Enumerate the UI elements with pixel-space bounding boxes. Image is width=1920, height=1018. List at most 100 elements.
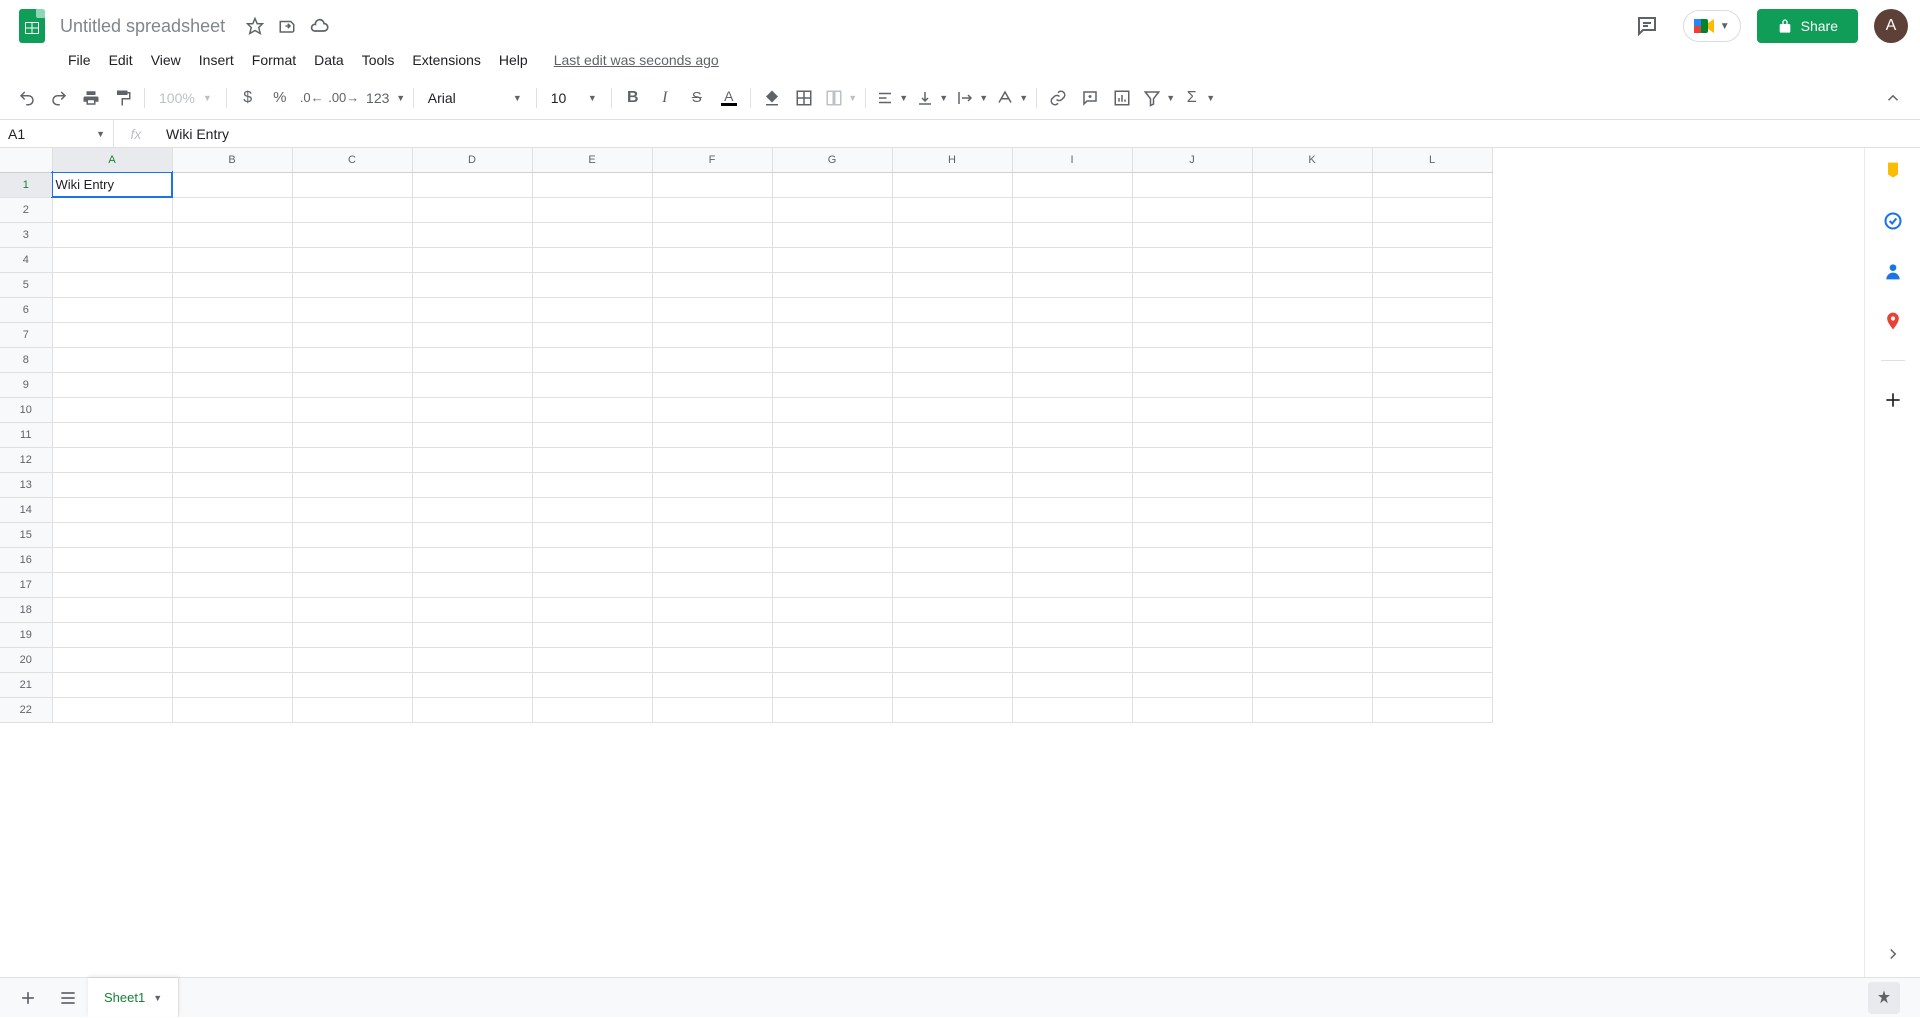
cell[interactable] — [292, 297, 412, 322]
cell[interactable] — [52, 322, 172, 347]
formula-input[interactable]: Wiki Entry — [158, 126, 1920, 142]
cell[interactable] — [1372, 272, 1492, 297]
cell[interactable] — [772, 422, 892, 447]
column-header[interactable]: D — [412, 148, 532, 172]
currency-button[interactable]: $ — [233, 83, 263, 113]
cell[interactable] — [412, 197, 532, 222]
cell[interactable] — [1252, 697, 1372, 722]
insert-comment-button[interactable] — [1075, 83, 1105, 113]
cell[interactable] — [1252, 172, 1372, 197]
cell[interactable] — [412, 547, 532, 572]
cell[interactable] — [772, 272, 892, 297]
cell[interactable] — [1252, 622, 1372, 647]
cell[interactable] — [892, 697, 1012, 722]
menu-edit[interactable]: Edit — [101, 48, 141, 72]
cell[interactable] — [412, 522, 532, 547]
row-header[interactable]: 2 — [0, 197, 52, 222]
row-header[interactable]: 4 — [0, 247, 52, 272]
cell[interactable] — [172, 272, 292, 297]
account-avatar[interactable]: A — [1874, 9, 1908, 43]
cell[interactable] — [172, 647, 292, 672]
cell[interactable] — [1132, 422, 1252, 447]
cell[interactable] — [532, 472, 652, 497]
cell[interactable] — [1252, 372, 1372, 397]
text-wrap-button[interactable]: ▼ — [952, 83, 990, 113]
italic-button[interactable]: I — [650, 83, 680, 113]
cell[interactable] — [1132, 397, 1252, 422]
row-header[interactable]: 16 — [0, 547, 52, 572]
insert-chart-button[interactable] — [1107, 83, 1137, 113]
keep-icon[interactable] — [1882, 160, 1904, 182]
cell[interactable] — [1252, 322, 1372, 347]
paint-format-button[interactable] — [108, 83, 138, 113]
column-header[interactable]: I — [1012, 148, 1132, 172]
cell[interactable] — [1372, 372, 1492, 397]
cell[interactable] — [1252, 597, 1372, 622]
cell[interactable] — [892, 572, 1012, 597]
merge-cells-button[interactable]: ▼ — [821, 83, 859, 113]
cell[interactable] — [652, 197, 772, 222]
cell[interactable] — [532, 547, 652, 572]
cell[interactable] — [532, 297, 652, 322]
cell[interactable] — [652, 347, 772, 372]
cell[interactable] — [1012, 697, 1132, 722]
cell[interactable] — [892, 197, 1012, 222]
cell[interactable] — [532, 672, 652, 697]
cell[interactable] — [172, 422, 292, 447]
cell[interactable] — [772, 172, 892, 197]
cell[interactable] — [412, 297, 532, 322]
redo-button[interactable] — [44, 83, 74, 113]
cell[interactable] — [652, 572, 772, 597]
cell[interactable] — [1132, 572, 1252, 597]
column-header[interactable]: H — [892, 148, 1012, 172]
vertical-align-button[interactable]: ▼ — [912, 83, 950, 113]
cell[interactable] — [412, 672, 532, 697]
cell[interactable] — [892, 422, 1012, 447]
cell[interactable] — [292, 422, 412, 447]
cell[interactable] — [652, 272, 772, 297]
row-header[interactable]: 1 — [0, 172, 52, 197]
meet-button[interactable]: ▼ — [1683, 10, 1741, 42]
cell[interactable] — [1012, 222, 1132, 247]
menu-view[interactable]: View — [143, 48, 189, 72]
number-format-select[interactable]: 123 ▼ — [361, 83, 407, 113]
cell[interactable] — [1372, 472, 1492, 497]
cell[interactable] — [292, 197, 412, 222]
cell[interactable] — [412, 497, 532, 522]
cell[interactable] — [292, 172, 412, 197]
cell[interactable] — [292, 372, 412, 397]
row-header[interactable]: 21 — [0, 672, 52, 697]
cell[interactable] — [172, 347, 292, 372]
cell[interactable] — [172, 522, 292, 547]
cell[interactable] — [1012, 472, 1132, 497]
insert-link-button[interactable] — [1043, 83, 1073, 113]
cell[interactable] — [532, 222, 652, 247]
cell[interactable] — [1132, 647, 1252, 672]
menu-file[interactable]: File — [60, 48, 99, 72]
cell[interactable] — [1132, 222, 1252, 247]
cell[interactable] — [1372, 322, 1492, 347]
cell[interactable] — [892, 522, 1012, 547]
cell[interactable] — [52, 397, 172, 422]
cell[interactable] — [292, 322, 412, 347]
column-header[interactable]: K — [1252, 148, 1372, 172]
cell[interactable] — [52, 572, 172, 597]
cell[interactable] — [292, 347, 412, 372]
cell[interactable] — [1132, 547, 1252, 572]
cell[interactable] — [412, 247, 532, 272]
cell[interactable] — [1132, 497, 1252, 522]
cell[interactable] — [532, 347, 652, 372]
increase-decimal-button[interactable]: .00→ — [329, 83, 359, 113]
row-header[interactable]: 12 — [0, 447, 52, 472]
cell[interactable] — [52, 497, 172, 522]
cell[interactable] — [1132, 597, 1252, 622]
cell[interactable] — [1372, 672, 1492, 697]
cell[interactable] — [1372, 422, 1492, 447]
cell[interactable] — [532, 197, 652, 222]
cell[interactable] — [292, 472, 412, 497]
cell[interactable] — [652, 522, 772, 547]
cell[interactable] — [1012, 672, 1132, 697]
functions-button[interactable]: Σ ▼ — [1179, 83, 1217, 113]
column-header[interactable]: J — [1132, 148, 1252, 172]
cell[interactable] — [652, 497, 772, 522]
